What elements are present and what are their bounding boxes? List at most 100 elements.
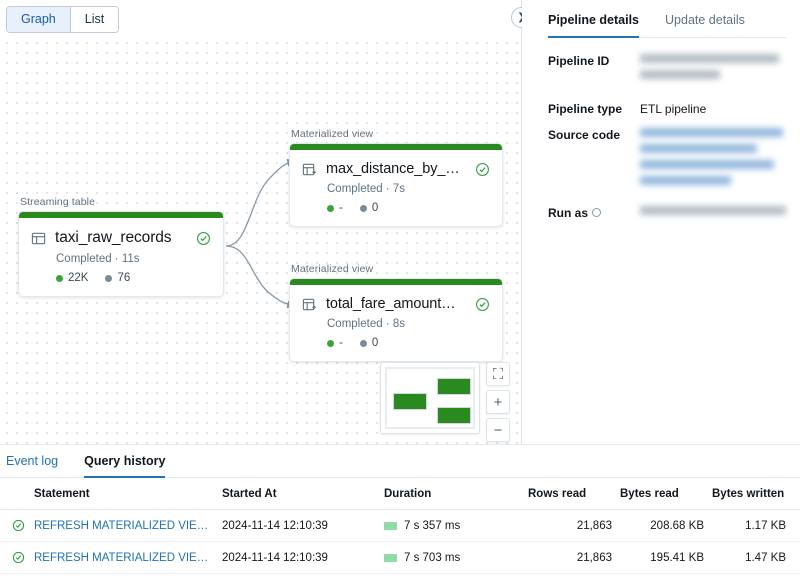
- table-row[interactable]: REFRESH MATERIALIZED VIEW total_fa… 2024…: [0, 541, 800, 574]
- duration-text: 7 s 357 ms: [404, 519, 461, 532]
- row-started-at: 2024-11-14 12:10:39: [222, 509, 384, 542]
- row-status: [0, 541, 34, 574]
- minimap-node: [437, 407, 471, 424]
- fit-to-screen-icon[interactable]: ⛶: [486, 362, 510, 386]
- detail-label: Pipeline type: [548, 102, 623, 116]
- zoom-in-button[interactable]: +: [486, 390, 510, 414]
- table-row[interactable]: REFRESH STREAMING TABLE taxi_raw… 2024-1…: [0, 573, 800, 580]
- statement-link[interactable]: REFRESH MATERIALIZED VIEW max_di…: [34, 520, 214, 532]
- row-bytes-written: 444.36 KB: [712, 573, 800, 580]
- toggle-list-view[interactable]: List: [70, 7, 119, 32]
- graph-zoom-controls: ⛶ + −: [486, 362, 510, 444]
- toggle-graph-view[interactable]: Graph: [7, 7, 71, 32]
- row-bytes-written: 1.17 KB: [712, 509, 800, 542]
- info-icon[interactable]: [592, 208, 602, 217]
- tab-event-log[interactable]: Event log: [6, 454, 58, 478]
- materialized-view-icon: [302, 162, 317, 177]
- statement-link[interactable]: REFRESH MATERIALIZED VIEW total_fa…: [34, 552, 214, 564]
- row-started-at: 2024-11-14 12:10:25: [222, 573, 384, 580]
- column-duration[interactable]: Duration: [384, 478, 528, 510]
- minimap-node: [437, 378, 471, 395]
- gray-dot-icon: [105, 274, 113, 282]
- gray-dot-icon: [359, 204, 367, 212]
- graph-node-max-distance[interactable]: Materialized view max_distance_by_… Comp…: [289, 128, 503, 227]
- row-statement[interactable]: REFRESH STREAMING TABLE taxi_raw…: [34, 573, 222, 580]
- detail-label: Run as: [548, 206, 640, 222]
- duration-text: 7 s 703 ms: [404, 551, 461, 564]
- detail-row-source-code: Source code: [548, 116, 786, 192]
- column-status: [0, 478, 34, 510]
- pipeline-type-value: ETL pipeline: [640, 102, 707, 116]
- metric-green: -: [327, 202, 343, 214]
- detail-label: Pipeline ID: [548, 54, 610, 68]
- metric-gray-value: 0: [371, 202, 379, 214]
- duration-bar: [384, 521, 397, 530]
- row-duration: 7 s 357 ms: [384, 509, 528, 542]
- column-rows-read[interactable]: Rows read: [528, 478, 620, 510]
- row-status: [0, 573, 34, 580]
- green-dot-icon: [327, 339, 334, 347]
- tab-query-history[interactable]: Query history: [84, 454, 166, 478]
- check-circle-icon: [475, 162, 490, 177]
- details-tabs: Pipeline details Update details: [548, 13, 786, 38]
- row-statement[interactable]: REFRESH MATERIALIZED VIEW max_di…: [34, 509, 222, 542]
- metric-green: -: [327, 337, 343, 349]
- check-circle-icon: [12, 551, 25, 564]
- column-bytes-written[interactable]: Bytes written: [712, 478, 800, 510]
- zoom-out-button[interactable]: −: [486, 418, 510, 442]
- run-as-label: Run as: [548, 206, 589, 220]
- minimap-viewport: [385, 367, 475, 429]
- duration-bar: [384, 553, 397, 562]
- node-metrics: - 0: [302, 337, 490, 349]
- metric-green-value: -: [339, 337, 343, 349]
- minimap-node: [393, 393, 427, 410]
- green-dot-icon: [56, 274, 63, 282]
- row-started-at: 2024-11-14 12:10:39: [222, 541, 384, 574]
- column-statement[interactable]: Statement: [34, 478, 222, 510]
- pane-divider: [521, 0, 522, 444]
- column-started-at[interactable]: Started At: [222, 478, 384, 510]
- row-bytes-written: 1.47 KB: [712, 541, 800, 574]
- detail-row-run-as: Run as: [548, 192, 786, 222]
- run-as-value-redacted: [640, 206, 786, 222]
- metric-gray: 0: [359, 337, 379, 349]
- chevron-right-icon[interactable]: ❯: [511, 7, 522, 28]
- tab-pipeline-details[interactable]: Pipeline details: [548, 13, 640, 38]
- row-bytes-read: 525.84 KB: [620, 573, 712, 580]
- graph-node-total-fare-amount[interactable]: Materialized view total_fare_amount… Com…: [289, 263, 503, 362]
- metric-green: 22K: [56, 272, 88, 284]
- query-history-table: Statement Started At Duration Rows read …: [0, 478, 800, 580]
- table-icon: [31, 231, 46, 246]
- row-status: [0, 509, 34, 542]
- details-pane: Pipeline details Update details Pipeline…: [522, 0, 800, 444]
- row-bytes-read: 208.68 KB: [620, 509, 712, 542]
- graph-minimap[interactable]: [380, 362, 480, 434]
- graph-node-taxi-raw-records[interactable]: Streaming table taxi_raw_records Complet…: [18, 196, 224, 297]
- metric-gray: 0: [359, 202, 379, 214]
- table-row[interactable]: REFRESH MATERIALIZED VIEW max_di… 2024-1…: [0, 509, 800, 542]
- node-title: max_distance_by_…: [326, 161, 460, 177]
- metric-green-value: -: [339, 202, 343, 214]
- pipeline-graph-page: Graph List Streaming table taxi_raw_reco…: [0, 0, 800, 580]
- column-bytes-read[interactable]: Bytes read: [620, 478, 712, 510]
- source-code-value-redacted[interactable]: [640, 128, 786, 192]
- graph-pane: Graph List Streaming table taxi_raw_reco…: [0, 0, 522, 444]
- pipeline-id-value-redacted: [640, 54, 786, 86]
- row-duration: 7 s 703 ms: [384, 541, 528, 574]
- tab-update-details[interactable]: Update details: [665, 13, 745, 38]
- detail-label: Source code: [548, 128, 621, 142]
- metric-gray-value: 76: [117, 272, 131, 284]
- node-status-text: Completed · 11s: [56, 253, 140, 265]
- row-bytes-read: 195.41 KB: [620, 541, 712, 574]
- gray-dot-icon: [359, 339, 367, 347]
- row-statement[interactable]: REFRESH MATERIALIZED VIEW total_fa…: [34, 541, 222, 574]
- metric-gray-value: 0: [371, 337, 379, 349]
- bottom-panel: Event log Query history Statement Starte…: [0, 444, 800, 580]
- detail-row-pipeline-id: Pipeline ID: [548, 38, 786, 86]
- bottom-tabs: Event log Query history: [0, 445, 800, 478]
- metric-gray: 76: [105, 272, 130, 284]
- row-rows-read: 21,863: [528, 509, 620, 542]
- node-title: taxi_raw_records: [55, 229, 172, 246]
- check-circle-icon: [196, 231, 211, 246]
- view-mode-toggle: Graph List: [6, 6, 120, 33]
